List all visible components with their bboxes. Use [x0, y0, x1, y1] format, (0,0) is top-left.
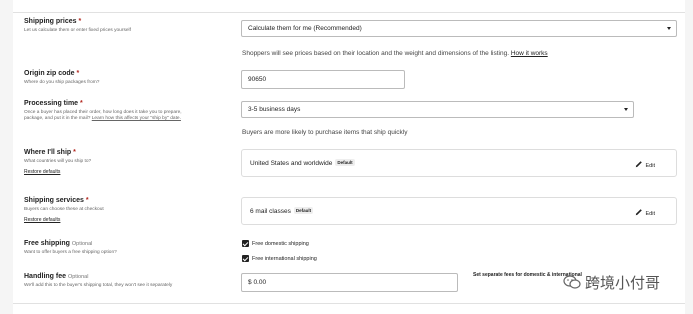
watermark: 跨境小付哥: [563, 272, 660, 293]
handling-fee-subtext: We'll add this to the buyer's shipping t…: [24, 283, 173, 288]
free-shipping-subtext: Want to offer buyers a free shipping opt…: [24, 250, 117, 255]
shipping-settings-panel: Shipping prices * Let us calculate them …: [13, 0, 685, 314]
how-it-works-link[interactable]: How it works: [511, 50, 548, 57]
origin-zip-label: Origin zip code *: [24, 70, 80, 77]
shipping-services-label: Shipping services *: [24, 197, 89, 204]
where-ship-label: Where I'll ship *: [24, 149, 76, 156]
processing-time-help: Buyers are more likely to purchase items…: [242, 129, 408, 136]
free-international-label: Free international shipping: [252, 256, 317, 262]
default-badge: Default: [293, 207, 314, 214]
pencil-icon: [635, 161, 642, 168]
watermark-text: 跨境小付哥: [585, 274, 661, 292]
shipping-prices-subtext: Let us calculate them or enter fixed pri…: [24, 28, 131, 33]
where-ship-card-text: United States and worldwide Default: [250, 159, 355, 167]
wechat-icon: [563, 275, 581, 289]
shipping-services-edit-button[interactable]: Edit: [635, 207, 655, 217]
where-ship-card: United States and worldwide Default Edit: [241, 149, 677, 177]
chevron-down-icon: [624, 108, 628, 111]
origin-zip-subtext: Where do you ship packages from?: [24, 80, 100, 85]
shipping-prices-select[interactable]: Calculate them for me (Recommended): [241, 20, 677, 37]
where-ship-subtext: What countries will you ship to?: [24, 159, 92, 164]
processing-time-label: Processing time *: [24, 100, 83, 107]
free-domestic-checkbox[interactable]: [242, 240, 249, 247]
default-badge: Default: [335, 159, 355, 166]
origin-zip-input[interactable]: 90650: [241, 70, 405, 89]
handling-fee-label: Handling fee Optional: [24, 273, 89, 280]
where-ship-edit-button[interactable]: Edit: [635, 159, 655, 169]
shipping-services-card: 6 mail classes Default Edit: [241, 197, 677, 225]
where-ship-restore-defaults[interactable]: Restore defaults: [24, 169, 60, 175]
shipping-prices-help: Shoppers will see prices based on their …: [242, 50, 548, 57]
shipping-services-card-text: 6 mail classes Default: [250, 207, 314, 215]
free-domestic-label: Free domestic shipping: [252, 241, 309, 247]
ship-by-learn-link[interactable]: Learn how this affects your "ship by" da…: [92, 116, 181, 121]
section-divider-bottom: [13, 303, 685, 304]
shipping-services-subtext: Buyers can choose these at checkout: [24, 207, 104, 212]
processing-time-subtext: Once a buyer has placed their order, how…: [24, 110, 182, 121]
processing-time-select[interactable]: 3-5 business days: [241, 101, 634, 118]
section-divider-top: [13, 12, 685, 13]
pencil-icon: [635, 209, 642, 216]
free-international-checkbox[interactable]: [242, 255, 249, 262]
free-shipping-label: Free shipping Optional: [24, 240, 93, 247]
chevron-down-icon: [667, 27, 671, 30]
shipping-prices-label: Shipping prices *: [24, 18, 82, 25]
handling-fee-input[interactable]: $ 0.00: [241, 273, 458, 292]
shipping-services-restore-defaults[interactable]: Restore defaults: [24, 217, 60, 223]
